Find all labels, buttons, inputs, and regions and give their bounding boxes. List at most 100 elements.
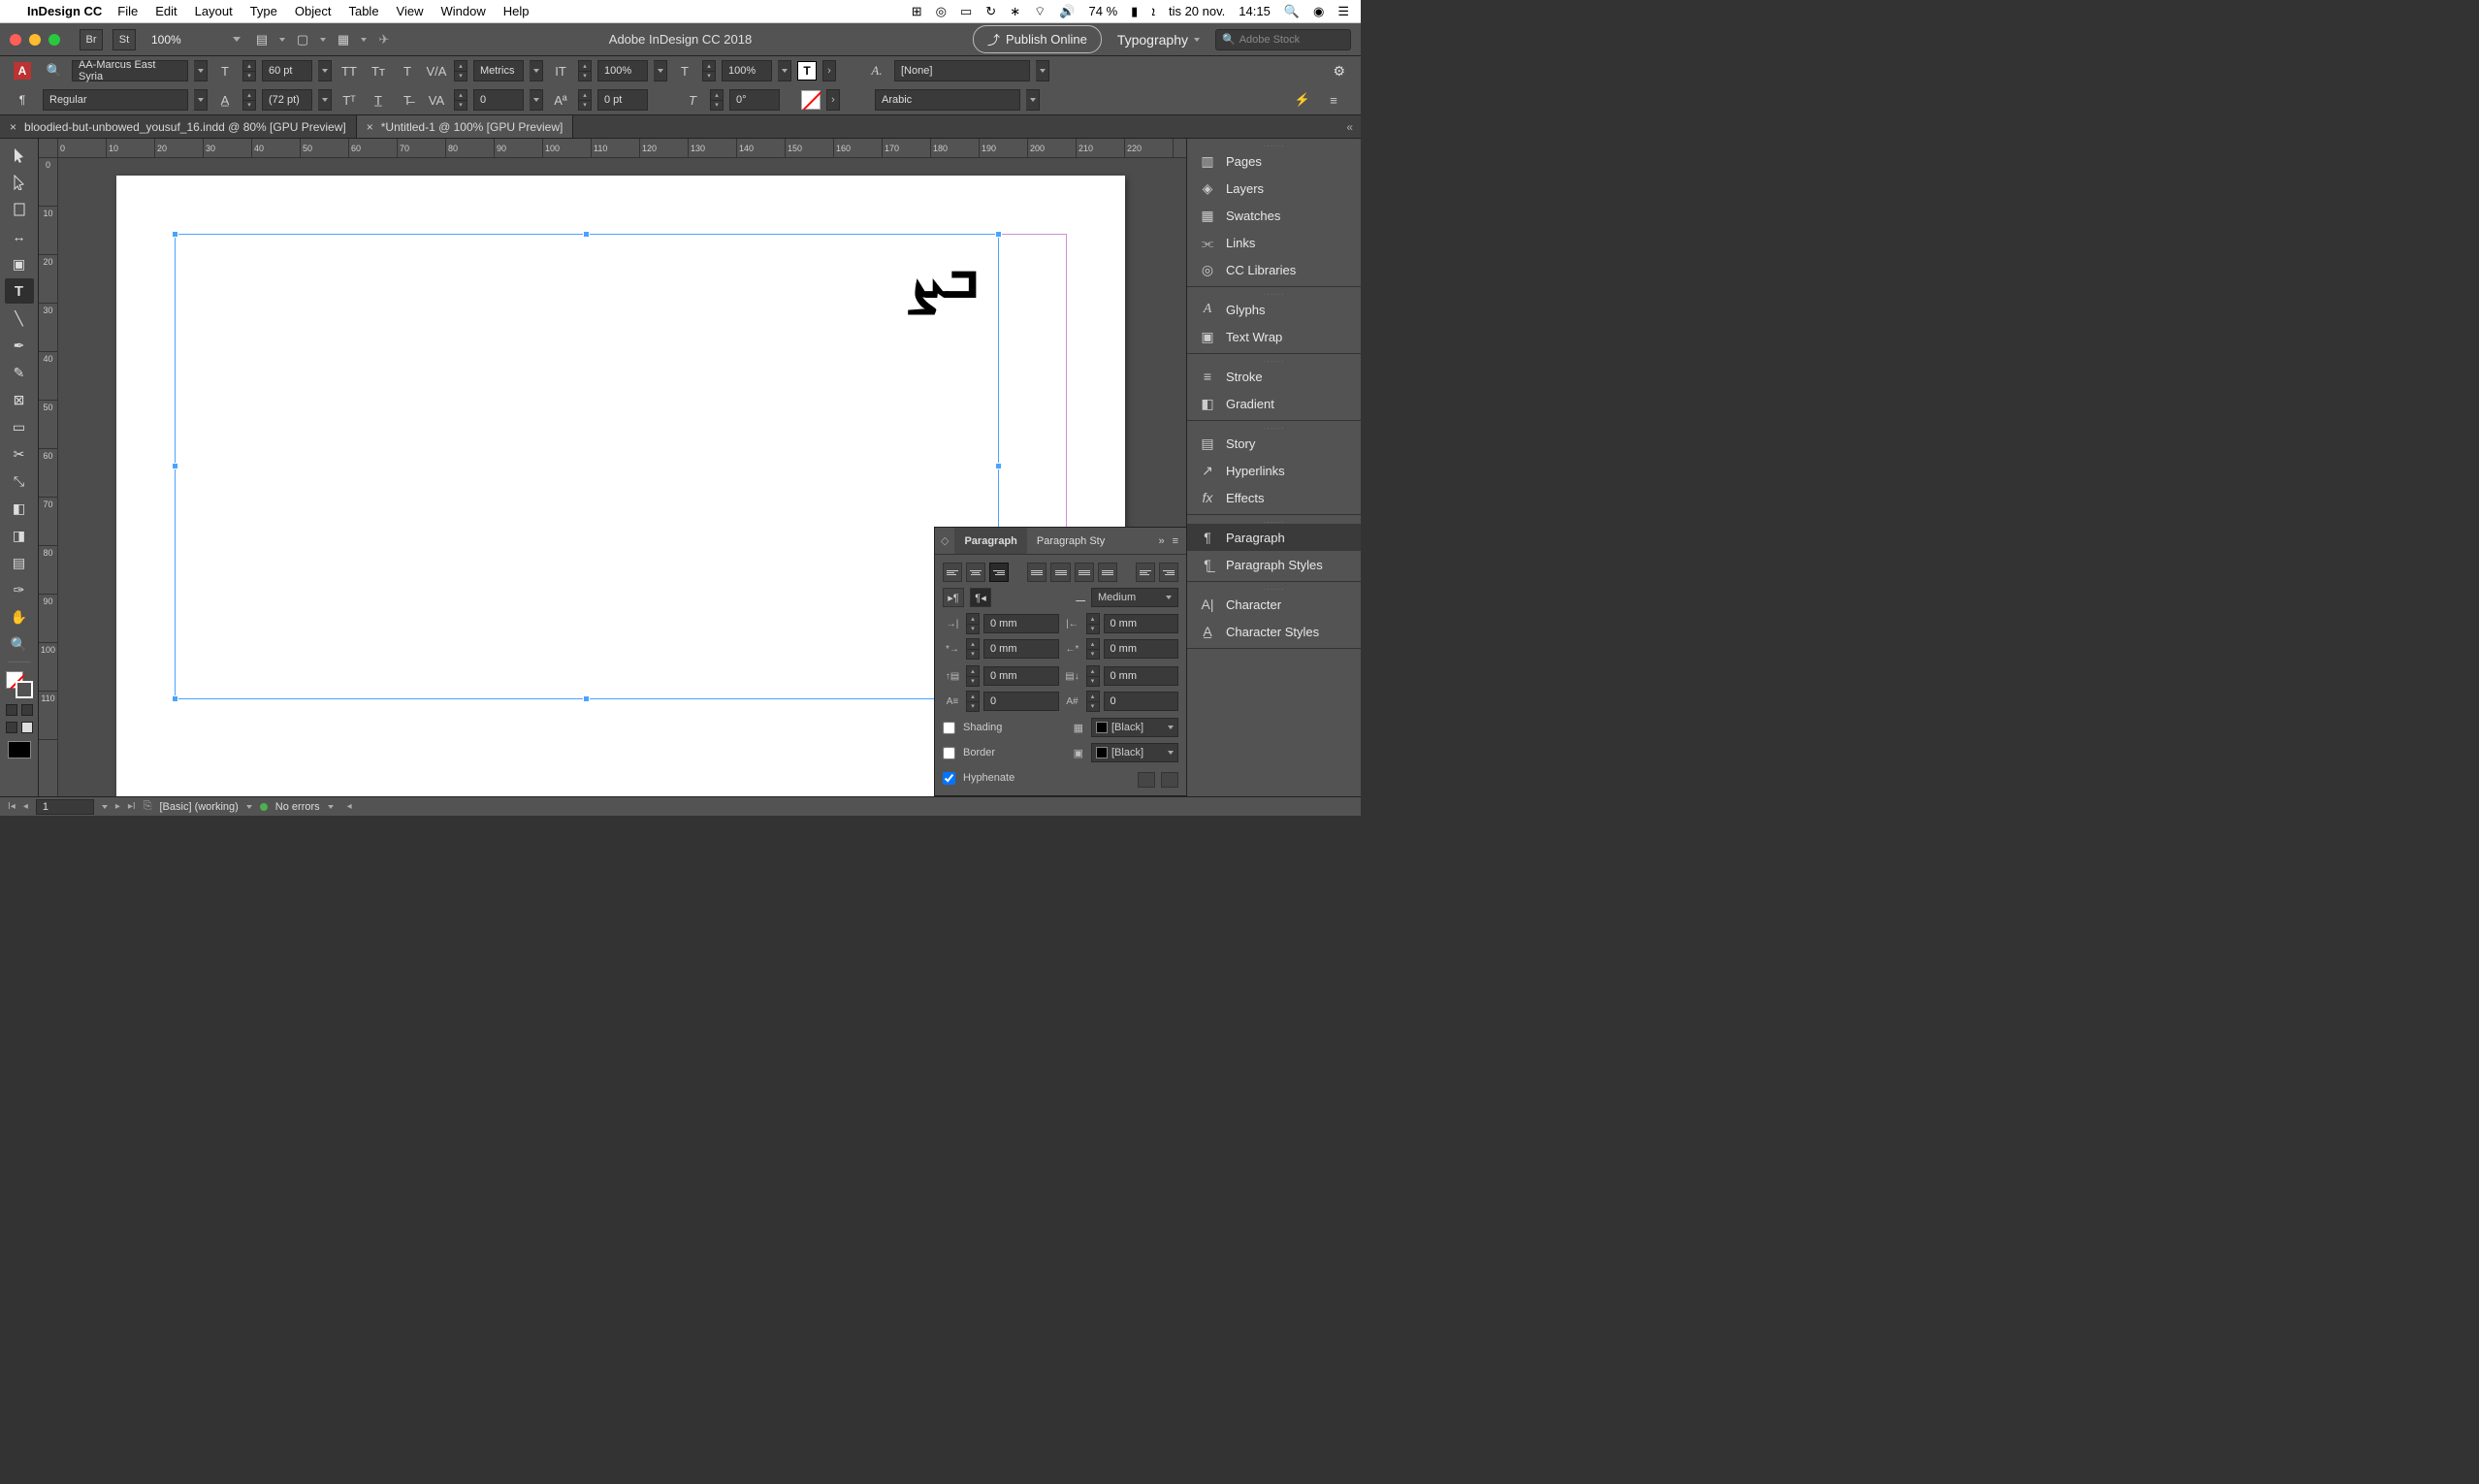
preflight-profile-dropdown[interactable] bbox=[246, 805, 252, 809]
gradient-feather-tool[interactable]: ◨ bbox=[5, 523, 34, 548]
hscale-input[interactable]: 100% bbox=[722, 60, 772, 81]
document-tab[interactable]: × bloodied-but-unbowed_yousuf_16.indd @ … bbox=[0, 115, 357, 138]
selection-tool[interactable] bbox=[5, 143, 34, 168]
rectangle-frame-tool[interactable]: ⊠ bbox=[5, 387, 34, 412]
kerning-input[interactable]: Metrics bbox=[473, 60, 524, 81]
rectangle-tool[interactable]: ▭ bbox=[5, 414, 34, 439]
publish-online-button[interactable]: ⤴ Publish Online bbox=[973, 25, 1102, 53]
menu-view[interactable]: View bbox=[397, 4, 424, 18]
indent-left-stepper[interactable]: ▴▾ bbox=[966, 613, 980, 634]
dock-effects[interactable]: fxEffects bbox=[1187, 484, 1361, 511]
font-size-stepper[interactable]: ▴▾ bbox=[242, 60, 256, 81]
next-page-button[interactable]: ▸ bbox=[115, 801, 120, 812]
battery-icon[interactable]: ▮ bbox=[1131, 4, 1138, 19]
zoom-level[interactable]: 100% bbox=[145, 29, 223, 50]
dropbox-icon[interactable]: ⊞ bbox=[912, 4, 922, 19]
minimize-window[interactable] bbox=[29, 34, 41, 46]
gradient-swatch-tool[interactable]: ◧ bbox=[5, 496, 34, 521]
stock-search[interactable]: 🔍 Adobe Stock bbox=[1215, 29, 1351, 50]
apply-color-row[interactable] bbox=[6, 704, 33, 716]
leading-stepper[interactable]: ▴▾ bbox=[242, 89, 256, 111]
baseline-input[interactable]: 0 pt bbox=[597, 89, 648, 111]
open-bridge-icon[interactable]: ⎘ bbox=[144, 800, 152, 813]
dock-hyperlinks[interactable]: ↗Hyperlinks bbox=[1187, 457, 1361, 484]
control-settings-icon[interactable]: ⚙ bbox=[1333, 63, 1345, 80]
spotlight-icon[interactable]: 🔍 bbox=[1284, 4, 1300, 19]
dock-paragraph[interactable]: ¶Paragraph bbox=[1187, 524, 1361, 551]
free-transform-tool[interactable]: ⤡ bbox=[5, 468, 34, 494]
baseline-grid-off-icon[interactable] bbox=[1138, 772, 1155, 788]
dock-character-styles[interactable]: A̲Character Styles bbox=[1187, 618, 1361, 645]
panel-cycle-icon[interactable]: ◇ bbox=[935, 534, 954, 547]
page-dropdown[interactable] bbox=[102, 805, 108, 809]
text-frame[interactable]: ܒܨ bbox=[175, 234, 999, 699]
space-before-stepper[interactable]: ▴▾ bbox=[966, 665, 980, 687]
type-tool[interactable]: T bbox=[5, 278, 34, 304]
font-family-dropdown[interactable] bbox=[194, 60, 208, 81]
dock-layers[interactable]: ◈Layers bbox=[1187, 175, 1361, 202]
dock-story[interactable]: ▤Story bbox=[1187, 430, 1361, 457]
scissors-tool[interactable]: ✂ bbox=[5, 441, 34, 467]
selection-handle[interactable] bbox=[172, 463, 178, 469]
document-tab[interactable]: × *Untitled-1 @ 100% [GPU Preview] bbox=[357, 115, 574, 138]
space-before-input[interactable]: 0 mm bbox=[983, 666, 1059, 686]
space-after-input[interactable]: 0 mm bbox=[1104, 666, 1179, 686]
menu-edit[interactable]: Edit bbox=[155, 4, 177, 18]
font-search-icon[interactable]: 🔍 bbox=[43, 60, 66, 81]
font-size-dropdown[interactable] bbox=[318, 60, 332, 81]
shading-checkbox[interactable] bbox=[943, 722, 955, 734]
drop-chars-stepper[interactable]: ▴▾ bbox=[1086, 691, 1100, 712]
font-style-dropdown[interactable] bbox=[194, 89, 208, 111]
preflight-dropdown[interactable] bbox=[328, 805, 334, 809]
leading-dropdown[interactable] bbox=[318, 89, 332, 111]
screen-mode-icon[interactable]: ▢ bbox=[291, 29, 314, 50]
align-away-spine[interactable] bbox=[1159, 563, 1178, 582]
paragraph-styles-tab[interactable]: Paragraph Sty bbox=[1027, 528, 1114, 554]
screen-mode-row[interactable] bbox=[6, 722, 33, 733]
kashida-select[interactable]: Medium bbox=[1091, 588, 1178, 607]
first-left-stepper[interactable]: ▴▾ bbox=[966, 638, 980, 660]
selection-handle[interactable] bbox=[995, 463, 1002, 469]
align-left[interactable] bbox=[943, 563, 962, 582]
char-style-select[interactable]: [None] bbox=[894, 60, 1030, 81]
close-tab-icon[interactable]: × bbox=[367, 120, 373, 134]
hand-tool[interactable]: ✋ bbox=[5, 604, 34, 629]
selection-handle[interactable] bbox=[583, 231, 590, 238]
prev-page-button[interactable]: ◂ bbox=[23, 801, 28, 812]
direct-selection-tool[interactable] bbox=[5, 170, 34, 195]
dock-paragraph-styles[interactable]: ¶̲Paragraph Styles bbox=[1187, 551, 1361, 578]
first-right-stepper[interactable]: ▴▾ bbox=[1086, 638, 1100, 660]
menu-object[interactable]: Object bbox=[295, 4, 332, 18]
fill-next-2[interactable]: › bbox=[826, 89, 840, 111]
wifi-icon[interactable]: ⌔ bbox=[1034, 4, 1046, 19]
quick-apply-icon[interactable]: ⚡ bbox=[1291, 89, 1314, 111]
maximize-window[interactable] bbox=[48, 34, 60, 46]
timemachine-icon[interactable]: ↻ bbox=[985, 4, 996, 19]
baseline-grid-on-icon[interactable] bbox=[1161, 772, 1178, 788]
bridge-button[interactable]: Br bbox=[80, 29, 103, 50]
tracking-dropdown[interactable] bbox=[530, 89, 543, 111]
siri-icon[interactable]: ◉ bbox=[1313, 4, 1324, 19]
language-select[interactable]: Arabic bbox=[875, 89, 1020, 111]
eyedropper-tool[interactable]: ✑ bbox=[5, 577, 34, 602]
hyphenate-checkbox[interactable] bbox=[943, 772, 955, 785]
screen-mode-dropdown[interactable] bbox=[320, 38, 326, 42]
menu-layout[interactable]: Layout bbox=[195, 4, 233, 18]
bluetooth-icon[interactable]: ∗ bbox=[1010, 4, 1020, 19]
indent-right-input[interactable]: 0 mm bbox=[1104, 614, 1179, 633]
dock-pages[interactable]: ▥Pages bbox=[1187, 147, 1361, 175]
justify-all[interactable] bbox=[1098, 563, 1117, 582]
first-right-input[interactable]: 0 mm bbox=[1104, 639, 1179, 659]
stock-button[interactable]: St bbox=[113, 29, 136, 50]
skew-stepper[interactable]: ▴▾ bbox=[710, 89, 724, 111]
menu-window[interactable]: Window bbox=[441, 4, 486, 18]
justify-left[interactable] bbox=[1027, 563, 1046, 582]
text-fill-none-icon[interactable] bbox=[801, 90, 821, 110]
panel-menu-icon[interactable]: ≡ bbox=[1173, 535, 1178, 547]
fill-next[interactable]: › bbox=[822, 60, 836, 81]
tracking-stepper[interactable]: ▴▾ bbox=[454, 89, 467, 111]
menu-type[interactable]: Type bbox=[250, 4, 277, 18]
airplay-icon[interactable]: ▭ bbox=[960, 4, 972, 19]
first-page-button[interactable]: I◂ bbox=[8, 801, 16, 812]
vertical-ruler[interactable]: 0102030405060708090100110 bbox=[39, 158, 58, 796]
